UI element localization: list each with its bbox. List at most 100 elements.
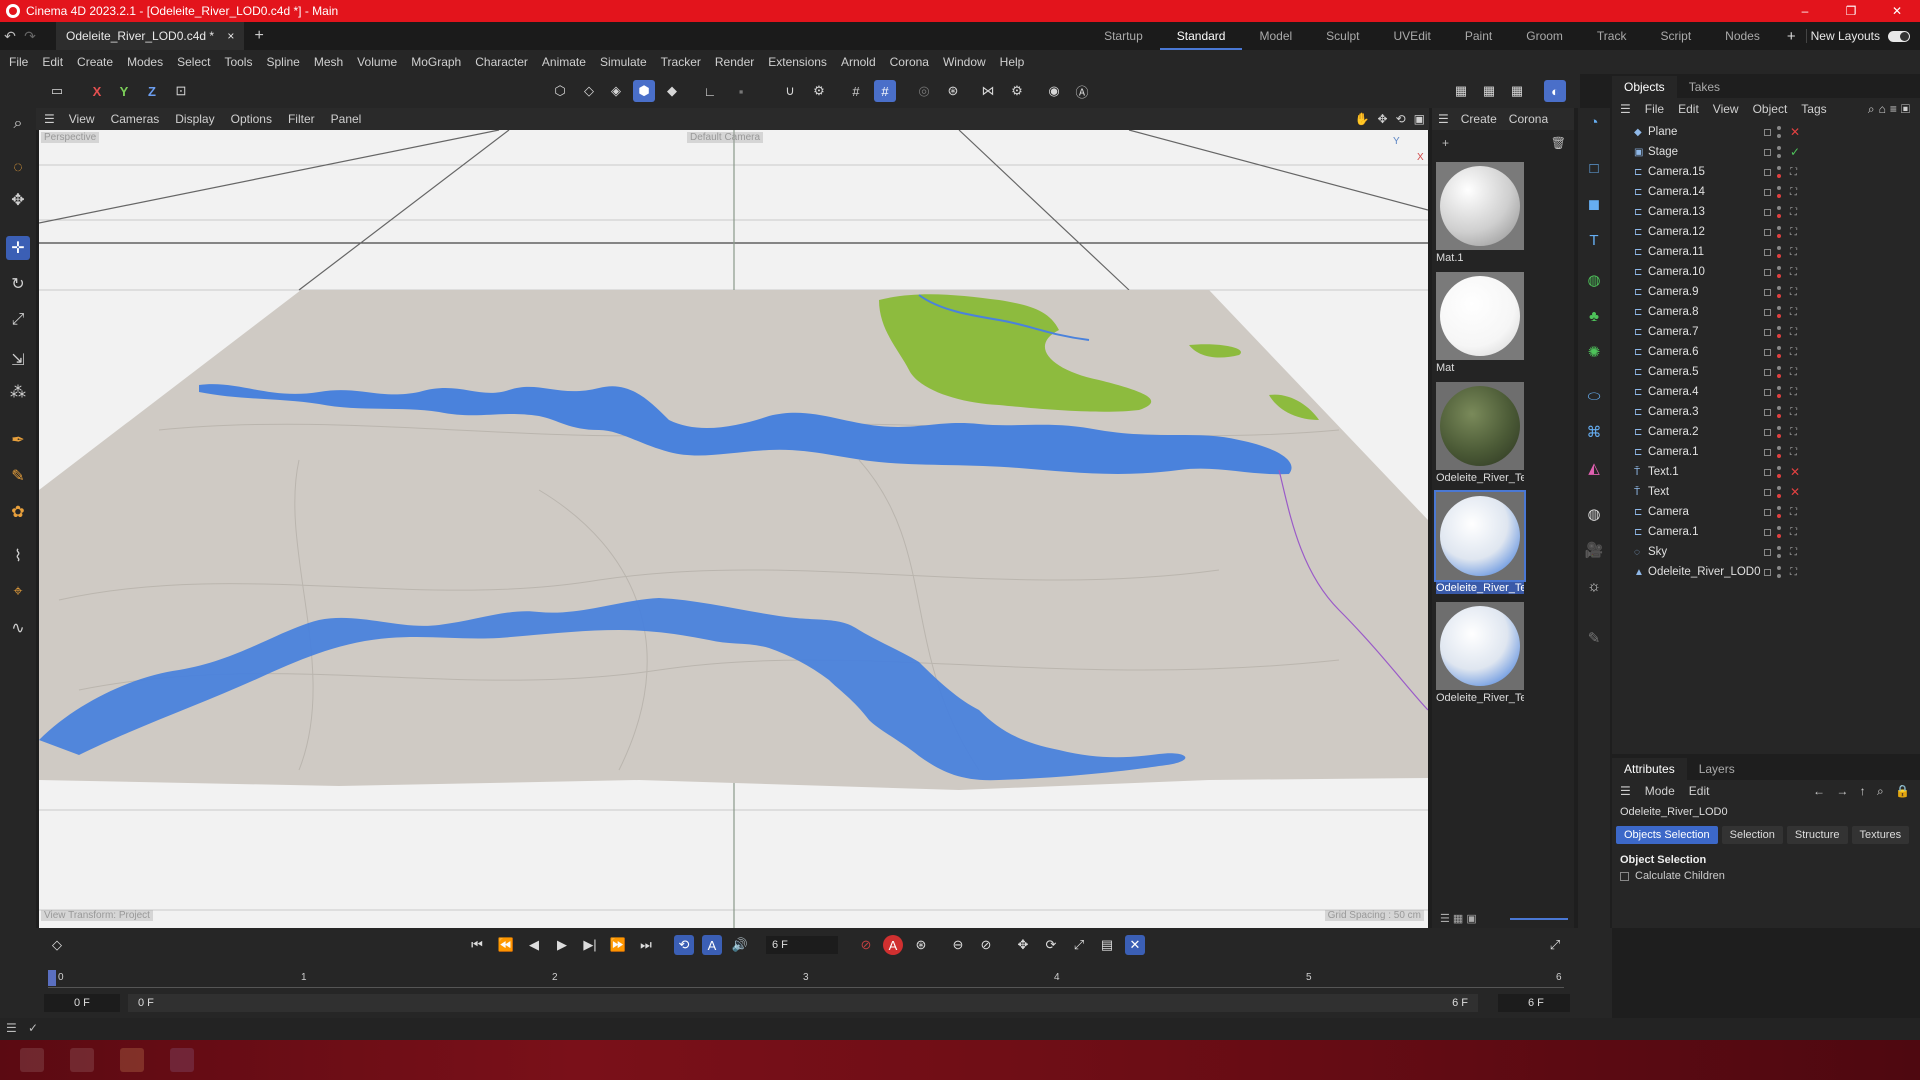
undo-icon[interactable]: ↶ <box>0 28 20 45</box>
keyframe-selection-icon[interactable]: ⊛ <box>911 935 931 955</box>
axis-mode-icon[interactable]: ∟ <box>699 80 721 102</box>
model-mode-icon[interactable]: ⬢ <box>633 80 655 102</box>
layout-model[interactable]: Model <box>1242 29 1309 43</box>
disabled-tag-icon[interactable]: ✕ <box>1790 465 1800 479</box>
camera-tag-icon[interactable]: ⛶ <box>1790 427 1797 438</box>
knife-tool-icon[interactable]: ⌖ <box>6 580 30 604</box>
layer-toggle-icon[interactable] <box>1764 408 1771 416</box>
camera-tag-icon[interactable]: ⛶ <box>1790 167 1797 178</box>
camera-tag-icon[interactable]: ⛶ <box>1790 547 1797 558</box>
spline-pen-icon[interactable]: ✒ <box>6 428 30 452</box>
timeline-graph-icon[interactable]: ⤢ <box>1545 935 1565 955</box>
menu-tracker[interactable]: Tracker <box>661 55 701 69</box>
effector-icon[interactable]: ✺ <box>1582 340 1606 364</box>
taskbar-app-icon[interactable] <box>70 1048 94 1072</box>
delete-material-icon[interactable]: 🗑 <box>1551 136 1566 150</box>
previous-frame-icon[interactable]: ◀ <box>524 935 544 955</box>
next-key-icon[interactable]: ⏩ <box>608 935 628 955</box>
render-settings-icon[interactable]: ▦ <box>1506 80 1528 102</box>
parameter-key-icon[interactable]: ▤ <box>1097 935 1117 955</box>
layer-toggle-icon[interactable] <box>1764 368 1771 376</box>
objects-search-icon[interactable]: ⌕⌂≡▣ <box>1868 102 1914 117</box>
object-row[interactable]: ⊏ Camera.2 ⛶ <box>1612 422 1920 442</box>
go-to-start-icon[interactable]: ⏮ <box>467 935 487 955</box>
viewport-camera-label[interactable]: Default Camera <box>687 132 764 143</box>
texture-mode-icon[interactable]: ▪ <box>730 80 752 102</box>
rotate-tool-icon[interactable]: ↻ <box>6 272 30 296</box>
position-key-icon[interactable]: ✥ <box>1013 935 1033 955</box>
uv-mode-icon[interactable]: ◆ <box>661 80 683 102</box>
end-frame-field[interactable]: 6 F <box>1498 994 1570 1012</box>
edges-mode-icon[interactable]: ◇ <box>578 80 600 102</box>
points-mode-icon[interactable]: ⬡ <box>549 80 571 102</box>
spline-sketch-icon[interactable]: ✎ <box>6 464 30 488</box>
visibility-dots-icon[interactable] <box>1777 566 1782 578</box>
menu-mograph[interactable]: MoGraph <box>411 55 461 69</box>
playhead[interactable] <box>48 970 56 986</box>
material-menu-icon[interactable]: ☰ <box>1438 112 1449 126</box>
start-frame-field[interactable]: 0 F <box>44 994 120 1012</box>
range-bar[interactable]: 0 F 6 F <box>128 994 1478 1012</box>
object-row[interactable]: ⊏ Camera.1 ⛶ <box>1612 442 1920 462</box>
arnold-icon[interactable]: Ⓐ <box>1071 80 1093 102</box>
viewport-menu-filter[interactable]: Filter <box>288 112 315 126</box>
visibility-dots-icon[interactable] <box>1777 306 1782 318</box>
viewport-menu-panel[interactable]: Panel <box>331 112 362 126</box>
layer-toggle-icon[interactable] <box>1764 388 1771 396</box>
object-row[interactable]: ⊏ Camera ⛶ <box>1612 502 1920 522</box>
objects-menu-edit[interactable]: Edit <box>1678 102 1699 116</box>
menu-extensions[interactable]: Extensions <box>768 55 827 69</box>
layer-toggle-icon[interactable] <box>1764 448 1771 456</box>
viewport-menu-cameras[interactable]: Cameras <box>111 112 160 126</box>
tab-layers[interactable]: Layers <box>1687 758 1747 780</box>
object-row[interactable]: ⊏ Camera.3 ⛶ <box>1612 402 1920 422</box>
menu-tools[interactable]: Tools <box>224 55 252 69</box>
material-item[interactable]: Mat <box>1436 272 1524 374</box>
taskbar-app-icon[interactable] <box>170 1048 194 1072</box>
camera-tag-icon[interactable]: ⛶ <box>1790 347 1797 358</box>
layer-toggle-icon[interactable] <box>1764 248 1771 256</box>
current-frame-field[interactable]: 6 F <box>766 936 838 954</box>
null-object-icon[interactable]: ⌘ <box>1582 420 1606 444</box>
add-material-icon[interactable]: + <box>1442 136 1449 150</box>
camera-tag-icon[interactable]: ⛶ <box>1790 407 1797 418</box>
move-tool-icon[interactable]: ✛ <box>6 236 30 260</box>
object-row[interactable]: ⊏ Camera.14 ⛶ <box>1612 182 1920 202</box>
attributes-menu-mode[interactable]: Mode <box>1645 784 1675 798</box>
visibility-dots-icon[interactable] <box>1777 546 1782 558</box>
viewport-menu-options[interactable]: Options <box>231 112 272 126</box>
new-layouts-label[interactable]: New Layouts <box>1805 29 1884 43</box>
visibility-dots-icon[interactable] <box>1777 286 1782 298</box>
objects-menu-view[interactable]: View <box>1713 102 1739 116</box>
camera-tag-icon[interactable]: ⛶ <box>1790 527 1797 538</box>
taskbar-app-icon[interactable] <box>120 1048 144 1072</box>
objects-menu-tags[interactable]: Tags <box>1801 102 1826 116</box>
3d-viewport[interactable]: Perspective Default Camera View Transfor… <box>39 130 1428 928</box>
object-row[interactable]: ▣ Stage ✓ <box>1612 142 1920 162</box>
calculate-children-checkbox[interactable]: Calculate Children <box>1612 868 1920 884</box>
close-window-button[interactable]: ✕ <box>1874 0 1920 22</box>
weld-tool-icon[interactable]: ∿ <box>6 616 30 640</box>
visibility-dots-icon[interactable] <box>1777 426 1782 438</box>
layer-toggle-icon[interactable] <box>1764 508 1771 516</box>
layout-startup[interactable]: Startup <box>1087 29 1160 43</box>
pan-view-icon[interactable]: ✋ <box>1355 112 1370 126</box>
camera-tag-icon[interactable]: ⛶ <box>1790 567 1797 578</box>
subtab-textures[interactable]: Textures <box>1851 826 1910 844</box>
menu-render[interactable]: Render <box>715 55 754 69</box>
material-item[interactable]: Odeleite_River_Te <box>1436 602 1524 704</box>
visibility-dots-icon[interactable] <box>1777 446 1782 458</box>
material-menu-corona[interactable]: Corona <box>1509 112 1548 126</box>
attributes-menu-edit[interactable]: Edit <box>1689 784 1710 798</box>
object-row[interactable]: ⊏ Camera.10 ⛶ <box>1612 262 1920 282</box>
live-selection-icon[interactable]: ✥ <box>6 188 30 212</box>
new-layouts-toggle[interactable] <box>1888 30 1910 42</box>
taskbar-app-icon[interactable] <box>20 1048 44 1072</box>
restore-button[interactable]: ❐ <box>1828 0 1874 22</box>
go-to-end-icon[interactable]: ⏭ <box>636 935 656 955</box>
viewport-menu-view[interactable]: View <box>69 112 95 126</box>
camera-create-icon[interactable]: 🎥 <box>1582 538 1606 562</box>
subdivision-icon[interactable]: ◍ <box>1582 268 1606 292</box>
layer-toggle-icon[interactable] <box>1764 468 1771 476</box>
lock-z-axis-button[interactable]: Z <box>141 80 163 102</box>
